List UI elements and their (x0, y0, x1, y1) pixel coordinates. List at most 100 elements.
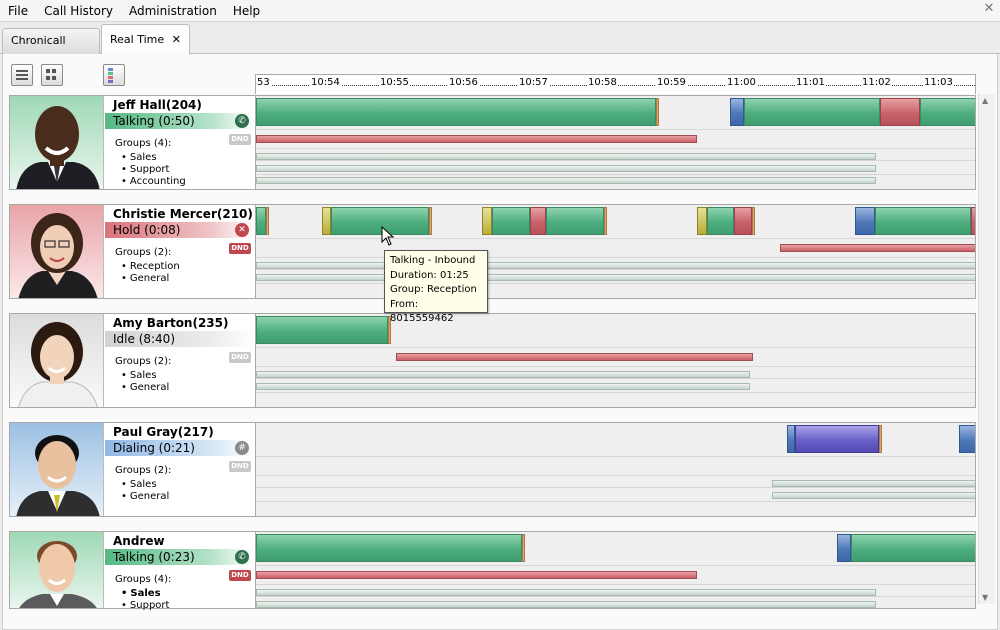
groups-list: Sales Support Accounting (121, 152, 186, 188)
menu-help[interactable]: Help (225, 0, 268, 22)
call-segment[interactable] (322, 207, 331, 235)
agent-timeline[interactable] (256, 532, 975, 608)
realtime-panel: 53 10:54 10:55 10:56 10:57 10:58 10:59 1… (2, 54, 998, 630)
tab-label: Real Time (110, 33, 165, 46)
call-segment[interactable] (855, 207, 875, 235)
agent-row[interactable]: Jeff Hall(204) Talking (0:50) ✆ DND Grou… (9, 95, 976, 190)
group-bar[interactable] (256, 262, 975, 269)
call-segment[interactable] (656, 98, 659, 126)
grid-view-button[interactable] (41, 64, 63, 86)
group-bar[interactable] (256, 177, 876, 184)
call-segment[interactable] (752, 207, 755, 235)
call-segment[interactable] (256, 316, 388, 344)
agent-status-bar: Hold (0:08) ✕ (105, 222, 255, 238)
agent-row[interactable]: Amy Barton(235) Idle (8:40) DND Groups (… (9, 313, 976, 408)
groups-list: Sales General (121, 370, 169, 394)
dnd-button[interactable]: DND (229, 134, 251, 145)
group-bar[interactable] (256, 601, 876, 608)
group-bar[interactable] (256, 153, 876, 160)
call-segment[interactable] (546, 207, 604, 235)
call-segment[interactable] (837, 534, 851, 562)
agent-timeline[interactable] (256, 96, 975, 189)
call-segment[interactable] (256, 207, 266, 235)
call-segment[interactable] (795, 425, 879, 453)
vertical-scrollbar[interactable]: ▲ ▼ (978, 94, 995, 604)
scroll-up-icon[interactable]: ▲ (982, 96, 988, 105)
agent-timeline[interactable] (256, 423, 975, 516)
call-segment[interactable] (787, 425, 795, 453)
call-segment[interactable] (730, 98, 744, 126)
dnd-button[interactable]: DND (229, 352, 251, 363)
group-bar[interactable] (256, 165, 876, 172)
agent-photo-avatar (10, 423, 104, 516)
call-segment[interactable] (266, 207, 269, 235)
agent-status-text: Hold (0:08) (113, 223, 181, 237)
call-segment[interactable] (522, 534, 525, 562)
agent-status-text: Dialing (0:21) (113, 441, 195, 455)
agent-name: Jeff Hall(204) (113, 98, 202, 112)
call-segment[interactable] (604, 207, 607, 235)
call-segment[interactable] (530, 207, 546, 235)
tab-close-icon[interactable]: ✕ (172, 25, 181, 55)
tooltip-title: Talking - Inbound (390, 255, 476, 266)
dnd-bar[interactable] (256, 571, 697, 579)
tab-real-time[interactable]: Real Time ✕ (101, 24, 190, 55)
call-segment[interactable] (331, 207, 429, 235)
agent-info: Jeff Hall(204) Talking (0:50) ✆ DND Grou… (105, 96, 256, 189)
menu-bar: File Call History Administration Help ✕ (0, 0, 1000, 22)
group-bar[interactable] (256, 589, 876, 596)
legend-button[interactable] (103, 64, 125, 86)
dnd-bar[interactable] (780, 244, 975, 252)
menu-administration[interactable]: Administration (121, 0, 225, 22)
group-bar[interactable] (256, 371, 750, 378)
ruler-tick: 11:02 (861, 77, 892, 88)
group-item: Sales (121, 479, 169, 491)
agent-status-text: Talking (0:50) (113, 114, 195, 128)
scroll-down-icon[interactable]: ▼ (982, 593, 988, 602)
window-close-icon[interactable]: ✕ (982, 2, 996, 16)
agent-timeline[interactable] (256, 205, 975, 298)
list-view-button[interactable] (11, 64, 33, 86)
agent-row[interactable]: Paul Gray(217) Dialing (0:21) # DND Grou… (9, 422, 976, 517)
tab-chronicall-menu[interactable]: Chronicall Menu (2, 28, 100, 71)
call-segment[interactable] (256, 534, 522, 562)
dnd-button[interactable]: DND (229, 461, 251, 472)
call-segment[interactable] (492, 207, 530, 235)
groups-title: Groups (2): (115, 356, 172, 367)
agent-info: Christie Mercer(210) Hold (0:08) ✕ DND G… (105, 205, 256, 298)
call-segment[interactable] (429, 207, 432, 235)
agent-status-bar: Idle (8:40) (105, 331, 255, 347)
dnd-button[interactable]: DND (229, 570, 251, 581)
call-segment[interactable] (734, 207, 752, 235)
call-segment[interactable] (697, 207, 707, 235)
group-bar[interactable] (256, 383, 750, 390)
call-segment[interactable] (256, 98, 656, 126)
group-bar[interactable] (772, 480, 975, 487)
dialpad-icon: # (235, 441, 249, 455)
call-segment[interactable] (920, 98, 975, 126)
agent-row[interactable]: Christie Mercer(210) Hold (0:08) ✕ DND G… (9, 204, 976, 299)
dnd-bar[interactable] (396, 353, 753, 361)
call-segment[interactable] (851, 534, 975, 562)
groups-list: Sales Support (121, 588, 170, 612)
call-segment[interactable] (707, 207, 734, 235)
group-bar[interactable] (256, 274, 975, 281)
agent-photo-avatar (10, 314, 104, 407)
call-segment[interactable] (875, 207, 971, 235)
call-segment[interactable] (880, 98, 920, 126)
call-segment[interactable] (482, 207, 492, 235)
call-segment[interactable] (959, 425, 975, 453)
agent-name: Paul Gray(217) (113, 425, 214, 439)
group-item: Sales (121, 152, 186, 164)
hold-icon: ✕ (235, 223, 249, 237)
group-bar[interactable] (772, 492, 975, 499)
call-segment[interactable] (879, 425, 882, 453)
call-segment[interactable] (971, 207, 975, 235)
call-segment[interactable] (744, 98, 880, 126)
menu-call-history[interactable]: Call History (36, 0, 121, 22)
dnd-button[interactable]: DND (229, 243, 251, 254)
agent-timeline[interactable] (256, 314, 975, 407)
agent-row[interactable]: Andrew Harrison(120) Talking (0:23) ✆ DN… (9, 531, 976, 612)
menu-file[interactable]: File (0, 0, 36, 22)
dnd-bar[interactable] (256, 135, 697, 143)
